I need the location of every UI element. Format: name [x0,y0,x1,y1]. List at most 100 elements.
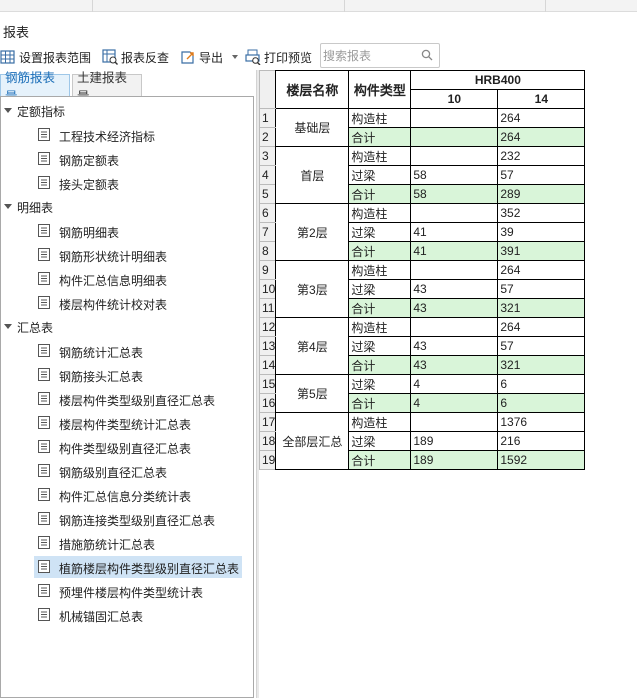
component-type-cell[interactable]: 构造柱 [348,317,412,337]
value-cell-d10[interactable]: 58 [410,184,499,204]
value-cell-d14[interactable]: 6 [497,393,586,413]
row-number[interactable]: 15 [258,374,277,394]
print-preview-button[interactable]: 打印预览 [245,46,312,68]
value-cell-d10[interactable] [410,317,499,337]
row-number[interactable]: 5 [258,184,277,204]
floor-name-cell[interactable]: 第5层 [275,374,350,413]
component-type-cell[interactable]: 过梁 [348,222,412,242]
floor-name-cell[interactable]: 全部层汇总 [275,412,350,470]
expand-arrow-icon[interactable] [4,204,12,209]
tree-item[interactable]: 钢筋明细表 [0,220,252,242]
expand-arrow-icon[interactable] [4,324,12,329]
value-cell-d14[interactable]: 1592 [497,450,586,470]
value-cell-d10[interactable] [410,412,499,432]
row-number[interactable]: 9 [258,260,277,280]
row-number[interactable]: 12 [258,317,277,337]
tree-item[interactable]: 钢筋级别直径汇总表 [0,460,252,482]
tree-item[interactable]: 构件汇总信息明细表 [0,268,252,290]
tree-item[interactable]: 构件汇总信息分类统计表 [0,484,252,506]
set-report-range-button[interactable]: 设置报表范围 [0,46,91,68]
value-cell-d14[interactable]: 216 [497,431,586,451]
tree-item[interactable]: 钢筋接头汇总表 [0,364,252,386]
row-number[interactable]: 10 [258,279,277,299]
tree-group-summary[interactable]: 汇总表 [0,316,252,338]
value-cell-d10[interactable]: 58 [410,165,499,185]
value-cell-d14[interactable]: 57 [497,279,586,299]
row-number[interactable]: 17 [258,412,277,432]
value-cell-d10[interactable] [410,108,499,128]
component-type-cell[interactable]: 合计 [348,298,412,318]
value-cell-d10[interactable]: 43 [410,355,499,375]
tree-item[interactable]: 楼层构件类型统计汇总表 [0,412,252,434]
value-cell-d10[interactable]: 43 [410,336,499,356]
expand-arrow-icon[interactable] [4,108,12,113]
value-cell-d14[interactable]: 352 [497,203,586,223]
tree-item[interactable]: 钢筋形状统计明细表 [0,244,252,266]
value-cell-d14[interactable]: 57 [497,165,586,185]
value-cell-d10[interactable]: 43 [410,279,499,299]
component-type-cell[interactable]: 合计 [348,184,412,204]
chevron-down-icon[interactable] [232,55,239,59]
value-cell-d10[interactable] [410,260,499,280]
row-number[interactable]: 11 [258,298,277,318]
value-cell-d10[interactable]: 41 [410,222,499,242]
floor-name-cell[interactable]: 首层 [275,146,350,204]
value-cell-d10[interactable]: 189 [410,450,499,470]
value-cell-d14[interactable]: 289 [497,184,586,204]
value-cell-d10[interactable]: 4 [410,374,499,394]
value-cell-d10[interactable] [410,127,499,147]
floor-name-cell[interactable]: 第2层 [275,203,350,261]
value-cell-d14[interactable]: 391 [497,241,586,261]
value-cell-d10[interactable]: 4 [410,393,499,413]
tab-rebar-report[interactable]: 钢筋报表量 [0,71,70,104]
component-type-cell[interactable]: 构造柱 [348,108,412,128]
value-cell-d14[interactable]: 321 [497,355,586,375]
row-number[interactable]: 4 [258,165,277,185]
tree-item[interactable]: 钢筋连接类型级别直径汇总表 [0,508,252,530]
row-number[interactable]: 6 [258,203,277,223]
value-cell-d14[interactable]: 264 [497,108,586,128]
component-type-cell[interactable]: 过梁 [348,336,412,356]
tab-civil-report[interactable]: 土建报表量 [72,71,142,104]
report-reverse-check-button[interactable]: 报表反查 [102,46,169,68]
tree-item[interactable]: 预埋件楼层构件类型统计表 [0,580,252,602]
row-number[interactable]: 14 [258,355,277,375]
component-type-cell[interactable]: 构造柱 [348,146,412,166]
component-type-cell[interactable]: 合计 [348,450,412,470]
tree-item-selected[interactable]: 植筋楼层构件类型级别直径汇总表 [34,556,242,578]
component-type-cell[interactable]: 过梁 [348,165,412,185]
component-type-cell[interactable]: 过梁 [348,279,412,299]
tree-group-detail[interactable]: 明细表 [0,196,252,218]
row-number[interactable]: 2 [258,127,277,147]
component-type-cell[interactable]: 合计 [348,241,412,261]
row-number[interactable]: 8 [258,241,277,261]
value-cell-d10[interactable] [410,146,499,166]
value-cell-d14[interactable]: 321 [497,298,586,318]
floor-name-cell[interactable]: 基础层 [275,108,350,147]
component-type-cell[interactable]: 构造柱 [348,260,412,280]
value-cell-d10[interactable] [410,203,499,223]
value-cell-d14[interactable]: 1376 [497,412,586,432]
search-icon[interactable] [421,49,433,61]
value-cell-d10[interactable]: 189 [410,431,499,451]
value-cell-d14[interactable]: 57 [497,336,586,356]
floor-name-cell[interactable]: 第3层 [275,260,350,318]
row-number[interactable]: 7 [258,222,277,242]
row-number[interactable]: 13 [258,336,277,356]
value-cell-d14[interactable]: 39 [497,222,586,242]
row-number[interactable]: 3 [258,146,277,166]
value-cell-d14[interactable]: 264 [497,127,586,147]
row-number[interactable]: 18 [258,431,277,451]
search-input[interactable] [323,47,415,64]
tree-item[interactable]: 楼层构件统计校对表 [0,292,252,314]
component-type-cell[interactable]: 构造柱 [348,412,412,432]
value-cell-d14[interactable]: 6 [497,374,586,394]
tree-item[interactable]: 机械锚固汇总表 [0,604,252,626]
tree-item[interactable]: 接头定额表 [0,172,252,194]
component-type-cell[interactable]: 构造柱 [348,203,412,223]
component-type-cell[interactable]: 合计 [348,127,412,147]
tree-item[interactable]: 楼层构件类型级别直径汇总表 [0,388,252,410]
row-number[interactable]: 16 [258,393,277,413]
tree-item[interactable]: 钢筋统计汇总表 [0,340,252,362]
tree-item[interactable]: 工程技术经济指标 [0,124,252,146]
